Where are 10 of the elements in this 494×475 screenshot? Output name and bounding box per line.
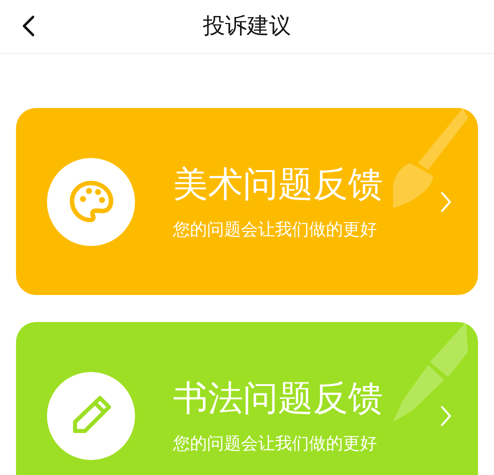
card-title: 书法问题反馈 xyxy=(173,378,383,420)
card-subtitle: 您的问题会让我们做的更好 xyxy=(173,432,378,454)
feedback-card[interactable]: 美术问题反馈 您的问题会让我们做的更好 xyxy=(16,108,478,295)
back-icon[interactable] xyxy=(20,15,36,37)
chevron-right-icon xyxy=(440,190,452,212)
card-subtitle: 您的问题会让我们做的更好 xyxy=(173,218,378,240)
chevron-right-icon xyxy=(440,404,452,426)
page-title: 投诉建议 xyxy=(203,13,291,41)
feedback-card[interactable]: 书法问题反馈 您的问题会让我们做的更好 xyxy=(16,322,478,475)
card-title: 美术问题反馈 xyxy=(173,164,383,206)
